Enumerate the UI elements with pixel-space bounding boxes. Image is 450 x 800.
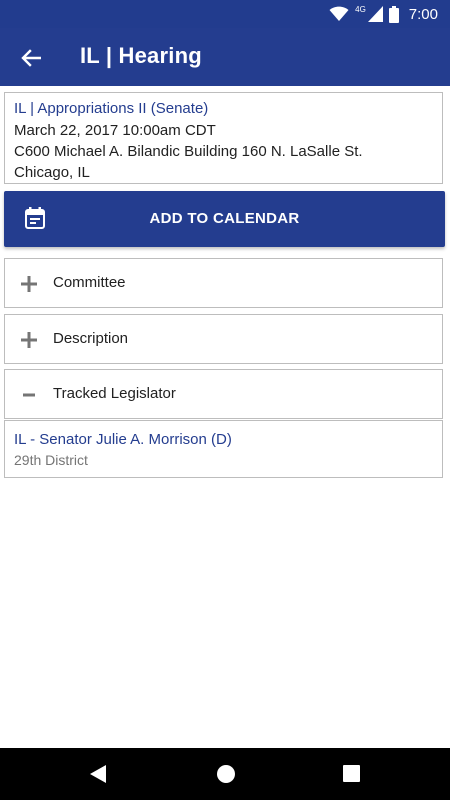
- hearing-address-line1: C600 Michael A. Bilandic Building 160 N.…: [14, 143, 363, 160]
- app-bar: IL | Hearing: [0, 28, 450, 86]
- hearing-info-card: IL | Appropriations II (Senate) March 22…: [4, 92, 443, 184]
- hearing-datetime: March 22, 2017 10:00am CDT: [14, 122, 216, 139]
- arrow-back-icon: [21, 49, 41, 67]
- cell-signal-icon: [367, 6, 383, 22]
- wifi-icon: [329, 6, 349, 21]
- back-triangle-icon[interactable]: [89, 764, 107, 784]
- legislator-district: 29th District: [14, 452, 88, 468]
- page-title: IL | Hearing: [80, 43, 202, 68]
- description-section-label: Description: [53, 330, 129, 347]
- legislator-list-item[interactable]: IL - Senator Julie A. Morrison (D) 29th …: [4, 420, 443, 478]
- system-nav-bar: [0, 748, 450, 800]
- plus-icon: [21, 276, 37, 292]
- home-circle-icon[interactable]: [216, 764, 236, 784]
- plus-icon: [21, 332, 37, 348]
- hearing-title: IL | Appropriations II (Senate): [14, 100, 209, 117]
- minus-icon: [23, 393, 35, 397]
- committee-section-header[interactable]: Committee: [4, 258, 443, 308]
- tracked-legislator-section-label: Tracked Legislator: [53, 385, 176, 402]
- add-to-calendar-label: ADD TO CALENDAR: [149, 210, 300, 227]
- back-button[interactable]: [16, 43, 46, 73]
- status-bar: 4G 7:00: [0, 0, 450, 28]
- legislator-name: IL - Senator Julie A. Morrison (D): [14, 431, 232, 448]
- hearing-address-line2: Chicago, IL: [14, 164, 90, 181]
- tracked-legislator-section-header[interactable]: Tracked Legislator: [4, 369, 443, 419]
- add-to-calendar-button[interactable]: ADD TO CALENDAR: [4, 191, 445, 247]
- committee-section-label: Committee: [53, 274, 126, 291]
- network-type-label: 4G: [355, 4, 366, 14]
- battery-icon: [388, 5, 399, 23]
- clock: 7:00: [408, 5, 438, 23]
- description-section-header[interactable]: Description: [4, 314, 443, 364]
- recents-square-icon[interactable]: [343, 765, 360, 782]
